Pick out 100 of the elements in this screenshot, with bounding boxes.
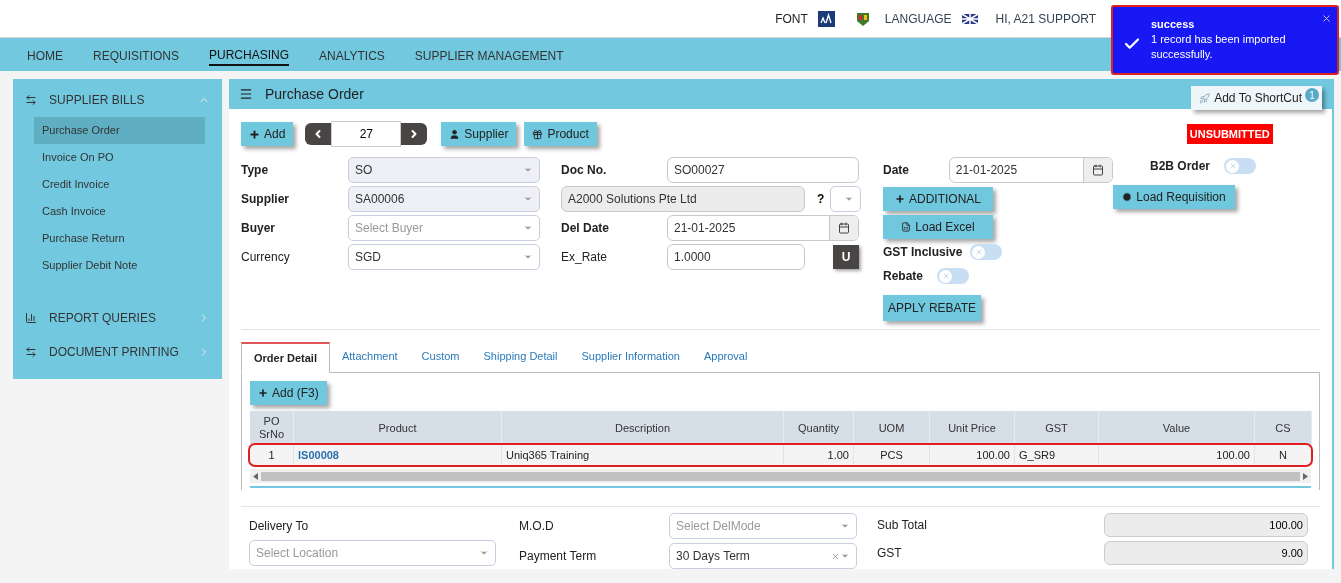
field-label: Sub Total [877, 517, 928, 534]
sidebar-section-header[interactable]: SUPPLIER BILLS [13, 85, 222, 115]
field-label: Type [241, 162, 270, 179]
payment-term-select[interactable]: 30 Days Term [669, 543, 857, 569]
supplier-name-field[interactable]: A2000 Solutions Pte Ltd [561, 186, 805, 212]
sidebar-item[interactable]: Cash Invoice [34, 198, 205, 225]
scroll-right-icon[interactable] [1303, 472, 1308, 480]
type-select[interactable]: SO [348, 157, 540, 183]
next-button[interactable] [401, 123, 428, 145]
calendar-icon [1092, 164, 1104, 176]
product-link[interactable]: IS00008 [294, 445, 502, 465]
language-label[interactable]: LANGUAGE [884, 9, 952, 28]
swap-icon [25, 346, 37, 358]
currency-select[interactable]: SGD [348, 244, 540, 270]
subtotal-field: 100.00 [1104, 513, 1308, 537]
sidebar-item[interactable]: Supplier Debit Note [34, 252, 205, 279]
exchange-rate-field[interactable]: 1.0000 [667, 244, 805, 270]
supplier-button[interactable]: Supplier [441, 122, 517, 146]
horizontal-scrollbar[interactable] [250, 469, 1311, 483]
additional-button[interactable]: ADDITIONAL [883, 187, 993, 211]
dropdown-caret-icon [479, 548, 489, 558]
toast-message: 1 record has been imported successfully. [1151, 32, 1287, 62]
add-button[interactable]: Add [241, 122, 294, 146]
nav-tab[interactable]: ANALYTICS [319, 47, 385, 65]
dropdown-caret-icon [840, 521, 850, 531]
plus-icon [895, 194, 905, 204]
field-label: Supplier [241, 191, 290, 208]
toggle-switch[interactable] [1224, 158, 1257, 174]
tab[interactable]: Shipping Detail [471, 341, 570, 372]
toggle-switch[interactable] [937, 268, 969, 284]
plus-icon [249, 128, 260, 140]
field-label: Doc No. [561, 162, 608, 179]
tab[interactable]: Custom [409, 341, 472, 372]
dropdown-caret-icon [844, 194, 855, 204]
record-number-field[interactable]: 27 [331, 121, 402, 147]
sidebar-section-header[interactable]: DOCUMENT PRINTING [13, 337, 222, 367]
field-label: Delivery To [249, 519, 309, 533]
gst-amount-field: 9.00 [1104, 541, 1308, 565]
table-row[interactable]: 1 IS00008 Uniq365 Training 1.00 PCS 100.00 G_SR9 100.00 N [250, 445, 1311, 465]
dropdown-caret-icon [840, 551, 850, 561]
scroll-left-icon[interactable] [253, 472, 258, 480]
date-field[interactable]: 21-01-2025 [948, 157, 1113, 183]
table-cell: 100.00 [930, 445, 1015, 465]
doc-number-field[interactable]: SO00027 [667, 157, 859, 183]
field-label: Currency [241, 249, 291, 266]
swap-icon [25, 94, 37, 106]
field-label: Ex_Rate [561, 249, 609, 266]
add-shortcut-button[interactable]: Add To ShortCut 1 [1191, 86, 1322, 110]
add-row-button[interactable]: Add (F3) [250, 381, 327, 405]
field-label: Date [883, 162, 910, 179]
apply-rebate-button[interactable]: APPLY REBATE [883, 295, 981, 321]
product-button[interactable]: Product [524, 122, 597, 146]
close-icon[interactable] [1321, 13, 1332, 24]
gift-icon [532, 128, 544, 140]
table-cell: G_SR9 [1015, 445, 1099, 465]
nav-tab[interactable]: HOME [27, 47, 63, 65]
nav-tab[interactable]: REQUISITIONS [93, 47, 179, 65]
u-button[interactable]: U [833, 245, 859, 269]
sidebar-section-header[interactable]: REPORT QUERIES [13, 303, 222, 333]
field-label: Payment Term [519, 548, 598, 565]
panel-title: Purchase Order [265, 84, 365, 104]
x-icon [1228, 162, 1237, 170]
emblem-icon[interactable] [854, 10, 871, 27]
field-label: GST Inclusive [883, 244, 963, 261]
load-excel-button[interactable]: Load Excel [883, 215, 993, 239]
table-cell: N [1255, 445, 1312, 465]
table-cell: Uniq365 Training [502, 445, 784, 465]
flag-icon[interactable] [961, 13, 978, 24]
nav-tab[interactable]: PURCHASING [209, 46, 290, 66]
rocket-icon [1199, 92, 1211, 104]
sidebar-item[interactable]: Purchase Return [34, 225, 205, 252]
sidebar-item[interactable]: Invoice On PO [34, 144, 205, 171]
dropdown-caret-icon [523, 194, 533, 204]
tab[interactable]: Order Detail [241, 342, 330, 373]
status-badge: UNSUBMITTED [1186, 123, 1273, 145]
delivery-date-field[interactable]: 21-01-2025 [667, 215, 859, 241]
tab[interactable]: Supplier Information [569, 341, 692, 372]
tab[interactable]: Approval [691, 341, 760, 372]
dropdown-caret-icon [523, 165, 533, 175]
count-badge: 1 [1305, 88, 1319, 102]
plus-icon [258, 388, 268, 398]
field-label: Rebate [883, 268, 923, 285]
calendar-icon [838, 222, 850, 234]
supplier-select[interactable]: SA00006 [348, 186, 540, 212]
font-size-icon[interactable] [817, 10, 835, 27]
previous-button[interactable] [305, 123, 332, 145]
toast-title: success [1151, 17, 1196, 32]
field-label: Buyer [241, 220, 276, 237]
tab[interactable]: Attachment [329, 341, 410, 372]
font-label: FONT [775, 10, 808, 28]
load-requisition-button[interactable]: Load Requisition [1113, 185, 1235, 209]
dropdown-caret-icon [523, 223, 533, 233]
sidebar-item[interactable]: Credit Invoice [34, 171, 205, 198]
field-label: GST [877, 545, 903, 562]
sidebar-item[interactable]: Purchase Order [34, 117, 205, 144]
menu-icon[interactable] [239, 87, 253, 101]
user-greeting[interactable]: HI, A21 SUPPORT [995, 9, 1096, 28]
field-label: B2B Order [1150, 158, 1211, 175]
nav-tab[interactable]: SUPPLIER MANAGEMENT [414, 47, 564, 65]
toggle-switch[interactable] [970, 244, 1003, 260]
